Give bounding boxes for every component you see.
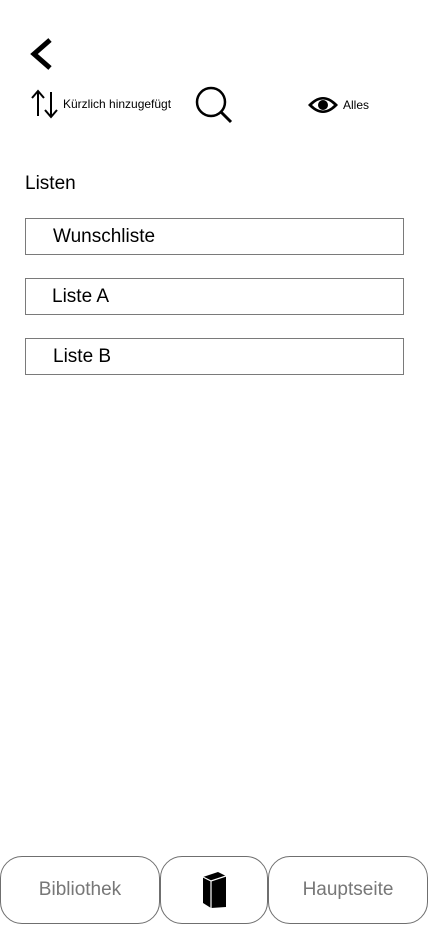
eye-icon (308, 97, 338, 113)
nav-home-button[interactable]: Hauptseite (268, 856, 428, 924)
list-item-wunschliste[interactable]: Wunschliste (25, 218, 404, 255)
filter-button[interactable]: Alles (307, 92, 369, 118)
list-item-liste-b[interactable]: Liste B (25, 338, 404, 375)
list-item-label: Liste A (52, 285, 110, 307)
nav-library-button[interactable]: Bibliothek (0, 856, 160, 924)
sort-arrows-icon (31, 89, 58, 119)
list-item-liste-a[interactable]: Liste A (25, 278, 404, 315)
sort-button[interactable]: Kürzlich hinzugefügt (30, 88, 171, 120)
nav-home-label: Hauptseite (302, 879, 394, 900)
search-icon (195, 86, 233, 124)
nav-book-button[interactable] (160, 856, 268, 924)
nav-library-label: Bibliothek (38, 879, 122, 900)
list-item-label: Wunschliste (53, 225, 156, 247)
list-item-label: Liste B (53, 345, 112, 367)
bottom-nav: Bibliothek Hauptseite (0, 856, 428, 926)
section-title: Listen (25, 173, 76, 194)
filter-label: Alles (343, 98, 370, 112)
chevron-left-icon (30, 38, 52, 70)
search-button[interactable] (193, 85, 235, 125)
sort-label: Kürzlich hinzugefügt (63, 97, 172, 111)
back-button[interactable] (26, 36, 60, 72)
book-icon (202, 872, 227, 908)
